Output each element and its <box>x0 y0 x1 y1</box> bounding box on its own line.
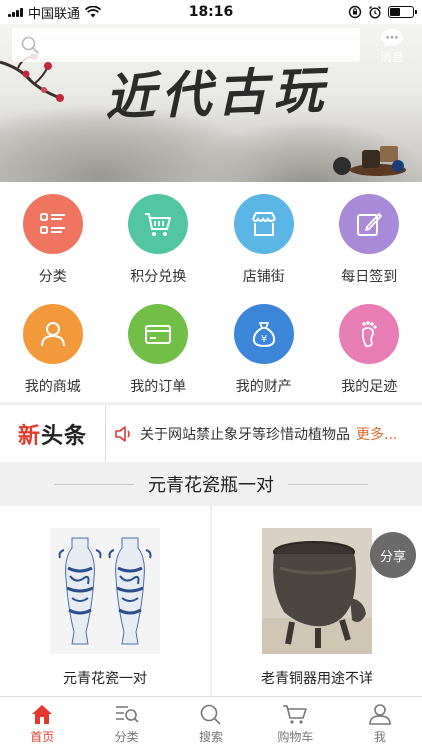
antique-objects-icon <box>333 146 406 176</box>
alarm-icon <box>369 6 381 19</box>
grid-item-label: 我的订单 <box>130 379 187 395</box>
person-icon <box>40 322 65 347</box>
person-icon <box>369 703 391 725</box>
message-button[interactable]: 消息 <box>372 24 412 68</box>
status-left: 中国联通 <box>8 3 158 22</box>
grid-item-label: 店铺街 <box>242 269 285 285</box>
search-icon <box>21 36 39 54</box>
divider <box>54 483 134 485</box>
rotation-lock-icon <box>348 5 362 19</box>
headline-more-link[interactable]: 更多... <box>356 424 397 444</box>
tab-label: 我 <box>373 729 386 744</box>
headline-text[interactable]: 关于网站禁止象牙等珍惜动植物品 <box>140 424 350 444</box>
headline-ticker: 关于网站禁止象牙等珍惜动植物品 更多... <box>106 424 422 444</box>
store-icon <box>251 212 276 236</box>
bottom-tab-bar: 首页 分类 搜索 购物车 我 <box>0 696 422 750</box>
status-time: 18:16 <box>188 4 234 20</box>
headline-logo-xin: 新 <box>17 423 41 449</box>
grid-item-label: 我的商城 <box>24 379 81 395</box>
card-icon <box>145 325 172 344</box>
product-list: 元青花瓷一对 老青铜器用途不详 分享 <box>0 506 422 696</box>
headline-logo: 新 头条 <box>0 405 106 462</box>
signal-icon <box>8 7 23 17</box>
tab-category[interactable]: 分类 <box>84 697 168 750</box>
shopping-cart-icon <box>283 704 308 724</box>
tab-search[interactable]: 搜索 <box>169 697 253 750</box>
section-title: 元青花瓷瓶一对 <box>148 475 274 496</box>
tab-label: 搜索 <box>199 729 224 744</box>
grid-item-store-street[interactable]: 店铺街 <box>211 182 317 292</box>
section-header: 元青花瓷瓶一对 <box>0 462 422 506</box>
headline-logo-tt: 头条 <box>41 423 88 449</box>
category-list-icon <box>39 213 65 234</box>
grid-item-label: 积分兑换 <box>130 269 187 285</box>
share-button[interactable]: 分享 <box>370 532 416 578</box>
shopping-cart-icon <box>145 213 172 236</box>
tab-home[interactable]: 首页 <box>0 697 84 750</box>
news-headline[interactable]: 新 头条 关于网站禁止象牙等珍惜动植物品 更多... <box>0 404 422 462</box>
grid-item-my-footprint[interactable]: 我的足迹 <box>317 292 422 402</box>
home-icon <box>32 704 53 724</box>
tab-label: 首页 <box>30 729 55 744</box>
money-bag-icon: ¥ <box>252 322 275 348</box>
tab-label: 分类 <box>114 729 139 744</box>
speaker-icon <box>115 425 130 442</box>
tab-label: 购物车 <box>277 729 314 744</box>
wifi-icon <box>85 6 102 18</box>
grid-item-my-orders[interactable]: 我的订单 <box>106 292 212 402</box>
tab-cart[interactable]: 购物车 <box>253 697 337 750</box>
carrier-name: 中国联通 <box>28 6 81 22</box>
product-name: 元青花瓷一对 <box>63 671 147 687</box>
product-name: 老青铜器用途不详 <box>261 671 373 687</box>
battery-icon <box>388 6 417 18</box>
banner-title: 近代古玩 <box>104 60 331 127</box>
divider <box>288 483 368 485</box>
status-right <box>264 5 417 19</box>
grid-item-label: 我的财产 <box>235 379 292 395</box>
blue-white-vase-image <box>50 528 160 654</box>
product-card[interactable]: 元青花瓷一对 <box>0 506 210 696</box>
grid-item-label: 分类 <box>38 269 67 285</box>
chat-bubble-icon <box>381 28 403 47</box>
bronze-vessel-image <box>262 528 372 654</box>
grid-item-my-assets[interactable]: ¥ 我的财产 <box>211 292 317 402</box>
grid-item-label: 我的足迹 <box>341 379 398 395</box>
svg-text:¥: ¥ <box>261 334 267 345</box>
message-label: 消息 <box>379 49 404 64</box>
product-card[interactable]: 老青铜器用途不详 分享 <box>212 506 422 696</box>
grid-item-label: 每日签到 <box>341 269 398 285</box>
search-input[interactable] <box>46 28 360 62</box>
search-icon <box>200 704 221 725</box>
edit-sign-icon <box>357 213 383 236</box>
search-bar[interactable] <box>12 28 360 62</box>
grid-item-points-exchange[interactable]: 积分兑换 <box>106 182 212 292</box>
category-search-icon <box>115 705 139 723</box>
grid-item-category[interactable]: 分类 <box>0 182 106 292</box>
grid-item-daily-checkin[interactable]: 每日签到 <box>317 182 422 292</box>
feature-grid: 分类 积分兑换 店铺街 每日签到 我的商城 我的订单 ¥ 我的财产 我的足迹 <box>0 182 422 402</box>
tab-me[interactable]: 我 <box>338 697 422 750</box>
footprint-icon <box>362 321 377 348</box>
grid-item-my-mall[interactable]: 我的商城 <box>0 292 106 402</box>
plum-branch-icon <box>0 54 64 102</box>
status-bar: 中国联通 18:16 <box>0 0 422 24</box>
